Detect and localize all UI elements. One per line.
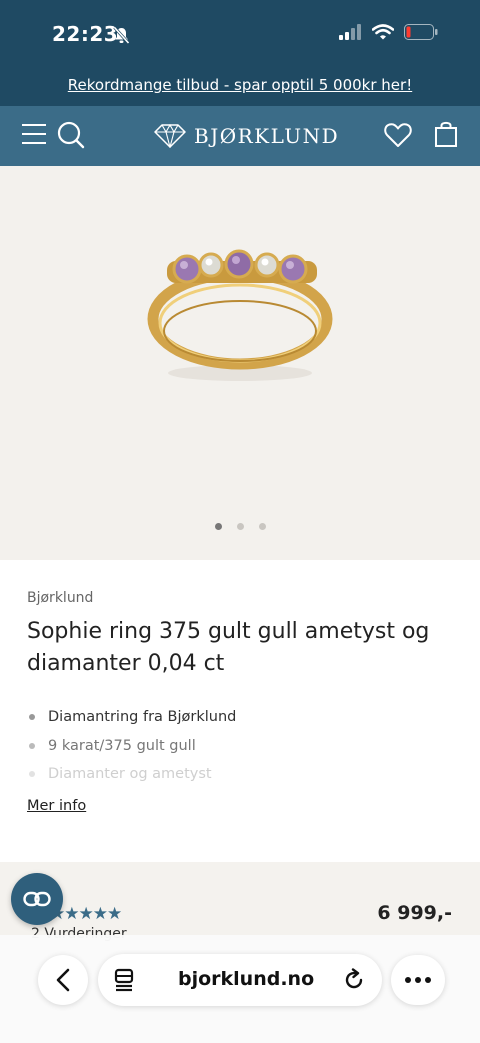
signal-icon — [339, 24, 361, 40]
more-dots-icon — [405, 977, 431, 983]
bullet-dot — [29, 714, 35, 721]
highlight-text: Diamanter og ametyst — [48, 766, 212, 783]
bullet-dot — [29, 771, 35, 778]
product-image-carousel[interactable] — [0, 166, 480, 560]
shopping-bag-icon[interactable] — [434, 120, 458, 148]
highlight-item: Diamantring fra Bjørklund — [27, 703, 457, 732]
highlight-item: Diamanter og ametyst — [27, 760, 457, 789]
brand-logo[interactable]: BJØRKLUND — [154, 124, 339, 148]
heart-icon[interactable] — [384, 122, 412, 148]
back-button[interactable] — [38, 955, 88, 1005]
highlight-item: 9 karat/375 gult gull — [27, 732, 457, 761]
wifi-icon — [372, 24, 394, 40]
browser-toolbar: bjorklund.no — [0, 935, 480, 1043]
carousel-dot[interactable] — [236, 523, 244, 530]
ring-image — [147, 249, 333, 381]
product-title: Sophie ring 375 gult gull ametyst og dia… — [27, 619, 430, 676]
highlight-text: 9 karat/375 gult gull — [48, 737, 196, 754]
diamond-logo-icon — [154, 124, 186, 148]
reload-icon[interactable] — [342, 968, 366, 992]
battery-icon — [404, 24, 438, 40]
promo-banner-link[interactable]: Rekordmange tilbud - spar opptil 5 000kr… — [0, 68, 480, 106]
chat-button[interactable] — [11, 873, 63, 925]
menu-icon[interactable] — [20, 120, 48, 148]
carousel-dot[interactable] — [258, 523, 266, 530]
search-icon[interactable] — [56, 120, 86, 150]
status-time: 22:23 — [52, 22, 119, 46]
page-menu-icon[interactable] — [114, 968, 136, 992]
nav-bar: BJØRKLUND — [0, 106, 480, 166]
chevron-left-icon — [56, 968, 70, 992]
more-options-button[interactable] — [391, 955, 445, 1005]
carousel-dots — [0, 523, 480, 530]
bell-muted-icon — [113, 26, 130, 44]
more-info-link[interactable]: Mer info — [27, 798, 86, 814]
logo-text: BJØRKLUND — [194, 124, 340, 148]
bullet-dot — [29, 742, 35, 749]
link-chain-icon — [23, 891, 51, 907]
url-text: bjorklund.no — [178, 968, 315, 990]
product-price: 6 999,- — [377, 902, 452, 924]
highlight-text: Diamantring fra Bjørklund — [48, 709, 237, 726]
address-bar[interactable]: bjorklund.no — [98, 954, 382, 1006]
product-brand[interactable]: Bjørklund — [27, 590, 93, 606]
carousel-dot[interactable] — [214, 523, 222, 530]
product-highlights: Diamantring fra Bjørklund 9 karat/375 gu… — [27, 703, 457, 789]
status-bar: 22:23 — [0, 0, 480, 68]
